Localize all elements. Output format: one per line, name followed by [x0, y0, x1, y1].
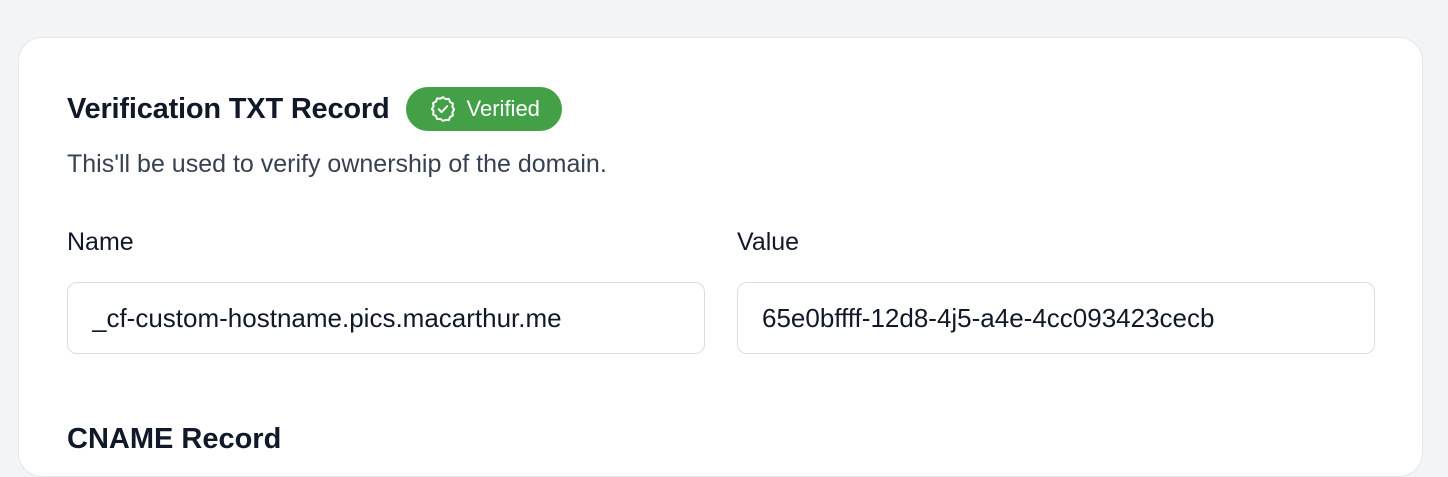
- status-badge: Verified: [405, 87, 562, 131]
- section-title: Verification TXT Record: [67, 92, 390, 125]
- badge-check-icon: [428, 94, 458, 124]
- value-label: Value: [737, 228, 800, 256]
- verification-header: Verification TXT Record Verified: [67, 86, 562, 132]
- status-badge-label: Verified: [466, 96, 540, 121]
- cname-section-title: CNAME Record: [67, 423, 282, 455]
- value-field[interactable]: [737, 282, 1375, 354]
- section-description: This'll be used to verify ownership of t…: [67, 150, 607, 178]
- name-field[interactable]: [67, 282, 705, 354]
- name-label: Name: [67, 228, 134, 256]
- verification-card: Verification TXT Record Verified This'll…: [18, 37, 1423, 477]
